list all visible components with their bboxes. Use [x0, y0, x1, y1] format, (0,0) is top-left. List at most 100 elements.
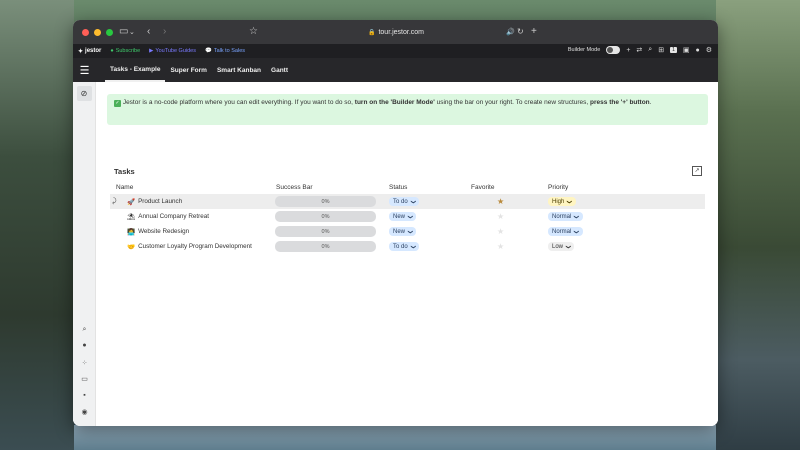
- favorite-cell[interactable]: ★: [497, 239, 504, 254]
- priority-cell[interactable]: High ❯: [548, 194, 576, 209]
- jestor-logo-label: jestor: [85, 48, 102, 54]
- chevron-down-icon: ❯: [565, 244, 572, 249]
- task-name: Website Redesign: [138, 228, 190, 235]
- tab-super-form[interactable]: Super Form: [165, 58, 211, 82]
- chevron-down-icon[interactable]: ⌄: [129, 28, 135, 36]
- column-priority: Priority: [548, 184, 569, 191]
- plus-icon[interactable]: +: [626, 47, 630, 54]
- table-row[interactable]: ⤸ 🚀 Product Launch 0% To do ❯ ★ High ❯: [110, 194, 705, 209]
- column-favorite: Favorite: [471, 184, 495, 191]
- status-cell[interactable]: New ❯: [389, 209, 417, 224]
- priority-chip[interactable]: High ❯: [548, 197, 576, 206]
- tab-tasks-example[interactable]: Tasks - Example: [105, 58, 166, 82]
- favorite-cell[interactable]: ★: [497, 224, 504, 239]
- banner-bold-2: press the '+' button: [590, 99, 650, 106]
- subscribe-bookmark[interactable]: ● Subscribe: [110, 48, 140, 54]
- sidebar-toggle-icon[interactable]: ▭: [119, 26, 128, 37]
- app-navigation: ☰ Tasks - Example Super Form Smart Kanba…: [73, 58, 718, 82]
- banner-bold-1: turn on the 'Builder Mode': [354, 99, 435, 106]
- star-bookmark-icon[interactable]: ☆: [249, 26, 258, 37]
- table-row[interactable]: 🤝 Customer Loyalty Program Development 0…: [110, 239, 705, 254]
- priority-label: Low: [552, 243, 564, 250]
- gear-icon[interactable]: ⚙: [706, 46, 712, 54]
- column-status: Status: [389, 184, 408, 191]
- message-icon[interactable]: ▣: [683, 46, 690, 54]
- chat-icon[interactable]: ▭: [73, 375, 96, 383]
- drag-handle-icon[interactable]: ⤸: [112, 194, 116, 209]
- status-cell[interactable]: To do ❯: [389, 194, 419, 209]
- success-bar-cell: 0%: [275, 239, 376, 254]
- youtube-guides-bookmark[interactable]: ▶ YouTube Guides: [149, 48, 196, 54]
- switch-icon[interactable]: ⇄: [636, 46, 642, 54]
- table-row[interactable]: 👩‍💻 Website Redesign 0% New ❯ ★ Normal ❯: [110, 224, 705, 239]
- apps-icon[interactable]: ⁘: [73, 359, 96, 367]
- forward-arrow-icon[interactable]: ›: [163, 26, 166, 37]
- task-name-cell[interactable]: 👩‍💻 Website Redesign: [127, 224, 189, 239]
- favorite-cell[interactable]: ★: [497, 194, 504, 209]
- status-chip[interactable]: To do ❯: [389, 242, 419, 251]
- user-icon[interactable]: ●: [695, 47, 699, 54]
- compass-icon[interactable]: ⊘: [76, 86, 92, 101]
- section-title: Tasks: [114, 167, 135, 176]
- jestor-logo-icon: ✦: [78, 48, 84, 55]
- minimize-window-button[interactable]: [94, 28, 101, 36]
- status-cell[interactable]: To do ❯: [389, 239, 419, 254]
- table-row[interactable]: ⛱ Annual Company Retreat 0% New ❯ ★ Norma…: [110, 209, 705, 224]
- new-tab-icon[interactable]: +: [531, 26, 537, 37]
- priority-cell[interactable]: Low ❯: [548, 239, 575, 254]
- jestor-bookmark[interactable]: ✦ jestor: [78, 48, 101, 55]
- tab-gantt[interactable]: Gantt: [266, 58, 293, 82]
- toolbar-right: Builder Mode + ⇄ ⌕ ⊞ 1 ▣ ● ⚙: [568, 46, 712, 54]
- chevron-down-icon: ❯: [409, 199, 416, 204]
- star-icon[interactable]: ★: [497, 242, 504, 251]
- subscribe-label: Subscribe: [115, 48, 141, 54]
- status-cell[interactable]: New ❯: [389, 224, 417, 239]
- export-icon[interactable]: ↗: [692, 166, 702, 176]
- search-icon[interactable]: ⌕: [73, 326, 96, 334]
- task-name-cell[interactable]: 🚀 Product Launch: [127, 194, 182, 209]
- info-icon[interactable]: ▪: [73, 392, 96, 399]
- builder-mode-label: Builder Mode: [567, 47, 601, 53]
- priority-label: Normal: [552, 228, 572, 235]
- status-chip[interactable]: New ❯: [389, 227, 417, 236]
- priority-chip[interactable]: Normal ❯: [548, 227, 583, 236]
- desktop-background-water: [74, 425, 716, 450]
- status-chip[interactable]: To do ❯: [389, 197, 419, 206]
- zoom-window-button[interactable]: [106, 28, 113, 36]
- builder-mode-toggle[interactable]: [606, 46, 621, 54]
- status-label: To do: [393, 243, 408, 250]
- speaker-icon[interactable]: 🔊: [506, 28, 515, 36]
- status-chip[interactable]: New ❯: [389, 212, 417, 221]
- chevron-down-icon: ❯: [566, 199, 573, 204]
- star-icon[interactable]: ★: [497, 212, 504, 221]
- column-success-bar: Success Bar: [276, 184, 313, 191]
- favorite-cell[interactable]: ★: [497, 209, 504, 224]
- talk-to-sales-bookmark[interactable]: 💬 Talk to Sales: [205, 48, 245, 54]
- priority-label: High: [552, 198, 565, 205]
- star-icon[interactable]: ★: [497, 197, 504, 206]
- back-arrow-icon[interactable]: ‹: [147, 26, 150, 37]
- star-icon[interactable]: ★: [497, 227, 504, 236]
- search-icon[interactable]: ⌕: [648, 46, 652, 54]
- status-label: New: [393, 213, 406, 220]
- tab-smart-kanban[interactable]: Smart Kanban: [212, 58, 266, 82]
- address-bar[interactable]: 🔒 tour.jestor.com: [333, 25, 459, 39]
- task-name-cell[interactable]: 🤝 Customer Loyalty Program Development: [127, 239, 252, 254]
- url-text: tour.jestor.com: [378, 28, 424, 36]
- priority-cell[interactable]: Normal ❯: [548, 224, 583, 239]
- chat-icon: 💬: [204, 48, 212, 54]
- reload-icon[interactable]: ↻: [517, 27, 524, 36]
- circle-icon: ●: [110, 48, 114, 54]
- task-name-cell[interactable]: ⛱ Annual Company Retreat: [127, 209, 209, 224]
- priority-chip[interactable]: Low ❯: [548, 242, 575, 251]
- account-icon[interactable]: ◉: [73, 408, 96, 416]
- priority-cell[interactable]: Normal ❯: [548, 209, 583, 224]
- hamburger-menu-icon[interactable]: ☰: [73, 64, 96, 77]
- apps-grid-icon[interactable]: ⊞: [658, 46, 664, 54]
- notification-badge[interactable]: 1: [670, 47, 677, 53]
- chevron-down-icon: ❯: [407, 214, 414, 219]
- chevron-down-icon: ❯: [573, 214, 580, 219]
- priority-chip[interactable]: Normal ❯: [548, 212, 583, 221]
- user-icon[interactable]: ●: [73, 342, 96, 349]
- close-window-button[interactable]: [82, 28, 89, 36]
